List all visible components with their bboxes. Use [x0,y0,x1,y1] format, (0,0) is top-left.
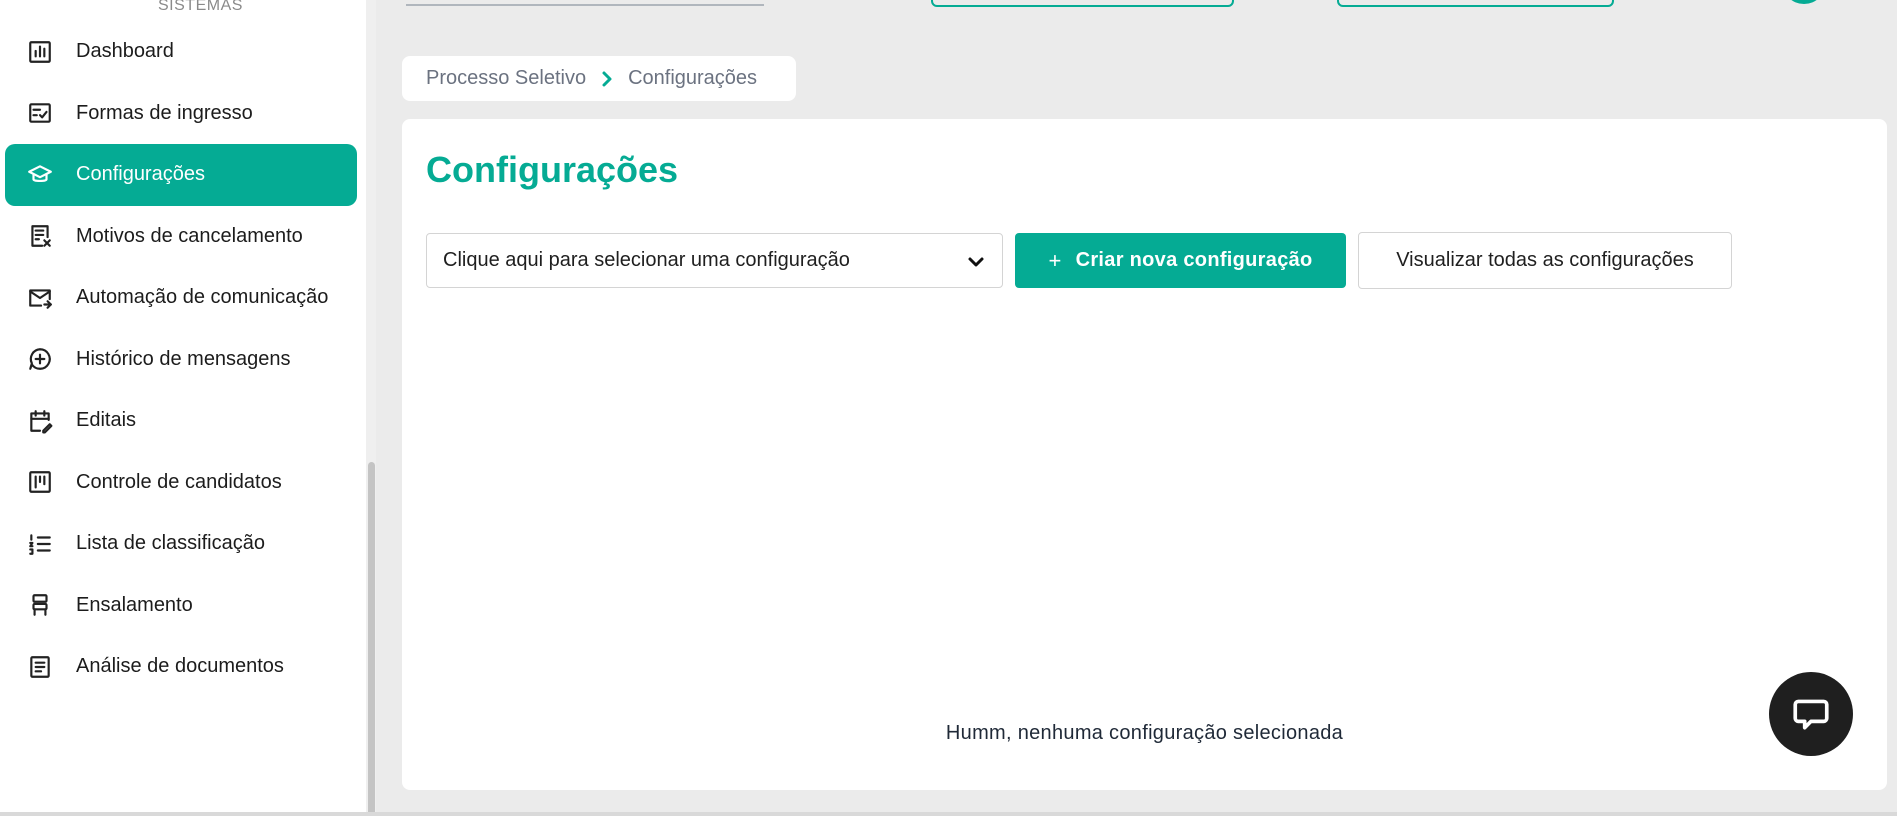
sidebar-item-label: Análise de documentos [76,655,284,678]
sidebar-item-label: Motivos de cancelamento [76,224,303,247]
sidebar-item-label: Controle de candidatos [76,470,282,493]
sidebar-item-label: Lista de classificação [76,532,265,555]
chat-bubble-icon [1793,699,1829,730]
header-button-2[interactable] [1337,0,1614,7]
sidebar-item-label: Configurações [76,163,205,186]
sidebar: SISTEMAS Dashboard Formas de ingresso Co… [0,0,376,816]
sidebar-item-automacao-de-comunicacao[interactable]: Automação de comunicação [5,267,357,329]
kanban-icon [25,467,55,497]
sidebar-item-label: Histórico de mensagens [76,347,291,370]
configuration-select-placeholder: Clique aqui para selecionar uma configur… [443,249,850,271]
breadcrumb-item-configuracoes: Configurações [628,67,758,89]
sidebar-item-historico-de-mensagens[interactable]: Histórico de mensagens [5,329,357,391]
breadcrumb-item-processo-seletivo[interactable]: Processo Seletivo [426,67,586,90]
header-search-input[interactable] [406,0,764,6]
chevron-down-icon [966,252,986,272]
chevron-right-icon [600,70,614,88]
avatar[interactable] [1782,0,1826,4]
document-lines-icon [25,652,55,682]
sidebar-scrollbar-thumb[interactable] [368,462,375,816]
bottom-border [0,812,1897,816]
sidebar-item-analise-de-documentos[interactable]: Análise de documentos [5,636,357,698]
plus-icon: + [1048,247,1062,273]
graduation-cap-icon [25,160,55,190]
sidebar-item-label: Ensalamento [76,593,193,616]
calendar-edit-icon [25,406,55,436]
checklist-icon [25,98,55,128]
configuration-select[interactable]: Clique aqui para selecionar uma configur… [426,233,1003,288]
sidebar-item-motivos-de-cancelamento[interactable]: Motivos de cancelamento [5,206,357,268]
breadcrumb: Processo Seletivo Configurações [402,56,796,101]
sidebar-item-configuracoes[interactable]: Configurações [5,144,357,206]
sidebar-nav: Dashboard Formas de ingresso Configuraçõ… [5,21,357,698]
create-configuration-button[interactable]: + Criar nova configuração [1015,233,1346,288]
brand-logo-text: SISTEMAS [158,0,243,14]
sidebar-item-controle-de-candidatos[interactable]: Controle de candidatos [5,452,357,514]
mail-send-icon [25,283,55,313]
header-button-1[interactable] [931,0,1234,7]
sidebar-item-label: Dashboard [76,40,174,63]
seat-icon [25,590,55,620]
chat-support-button[interactable] [1769,672,1853,756]
sidebar-item-label: Editais [76,409,137,432]
main-card: Configurações Clique aqui para seleciona… [402,119,1887,790]
document-cancel-icon [25,221,55,251]
dashboard-chart-icon [25,37,55,67]
sidebar-item-lista-de-classificacao[interactable]: Lista de classificação [5,513,357,575]
sidebar-item-editais[interactable]: Editais [5,390,357,452]
sidebar-item-label: Formas de ingresso [76,101,253,124]
empty-state-message: Humm, nenhuma configuração selecionada [945,722,1344,744]
sidebar-item-dashboard[interactable]: Dashboard [5,21,357,83]
chat-plus-icon [25,344,55,374]
sidebar-item-label: Automação de comunicação [76,286,329,309]
sidebar-item-formas-de-ingresso[interactable]: Formas de ingresso [5,83,357,145]
sidebar-item-ensalamento[interactable]: Ensalamento [5,575,357,637]
view-all-configurations-button[interactable]: Visualizar todas as configurações [1358,232,1732,289]
page-title: Configurações [426,149,679,190]
numbered-list-icon [25,529,55,559]
create-configuration-label: Criar nova configuração [1075,249,1313,271]
